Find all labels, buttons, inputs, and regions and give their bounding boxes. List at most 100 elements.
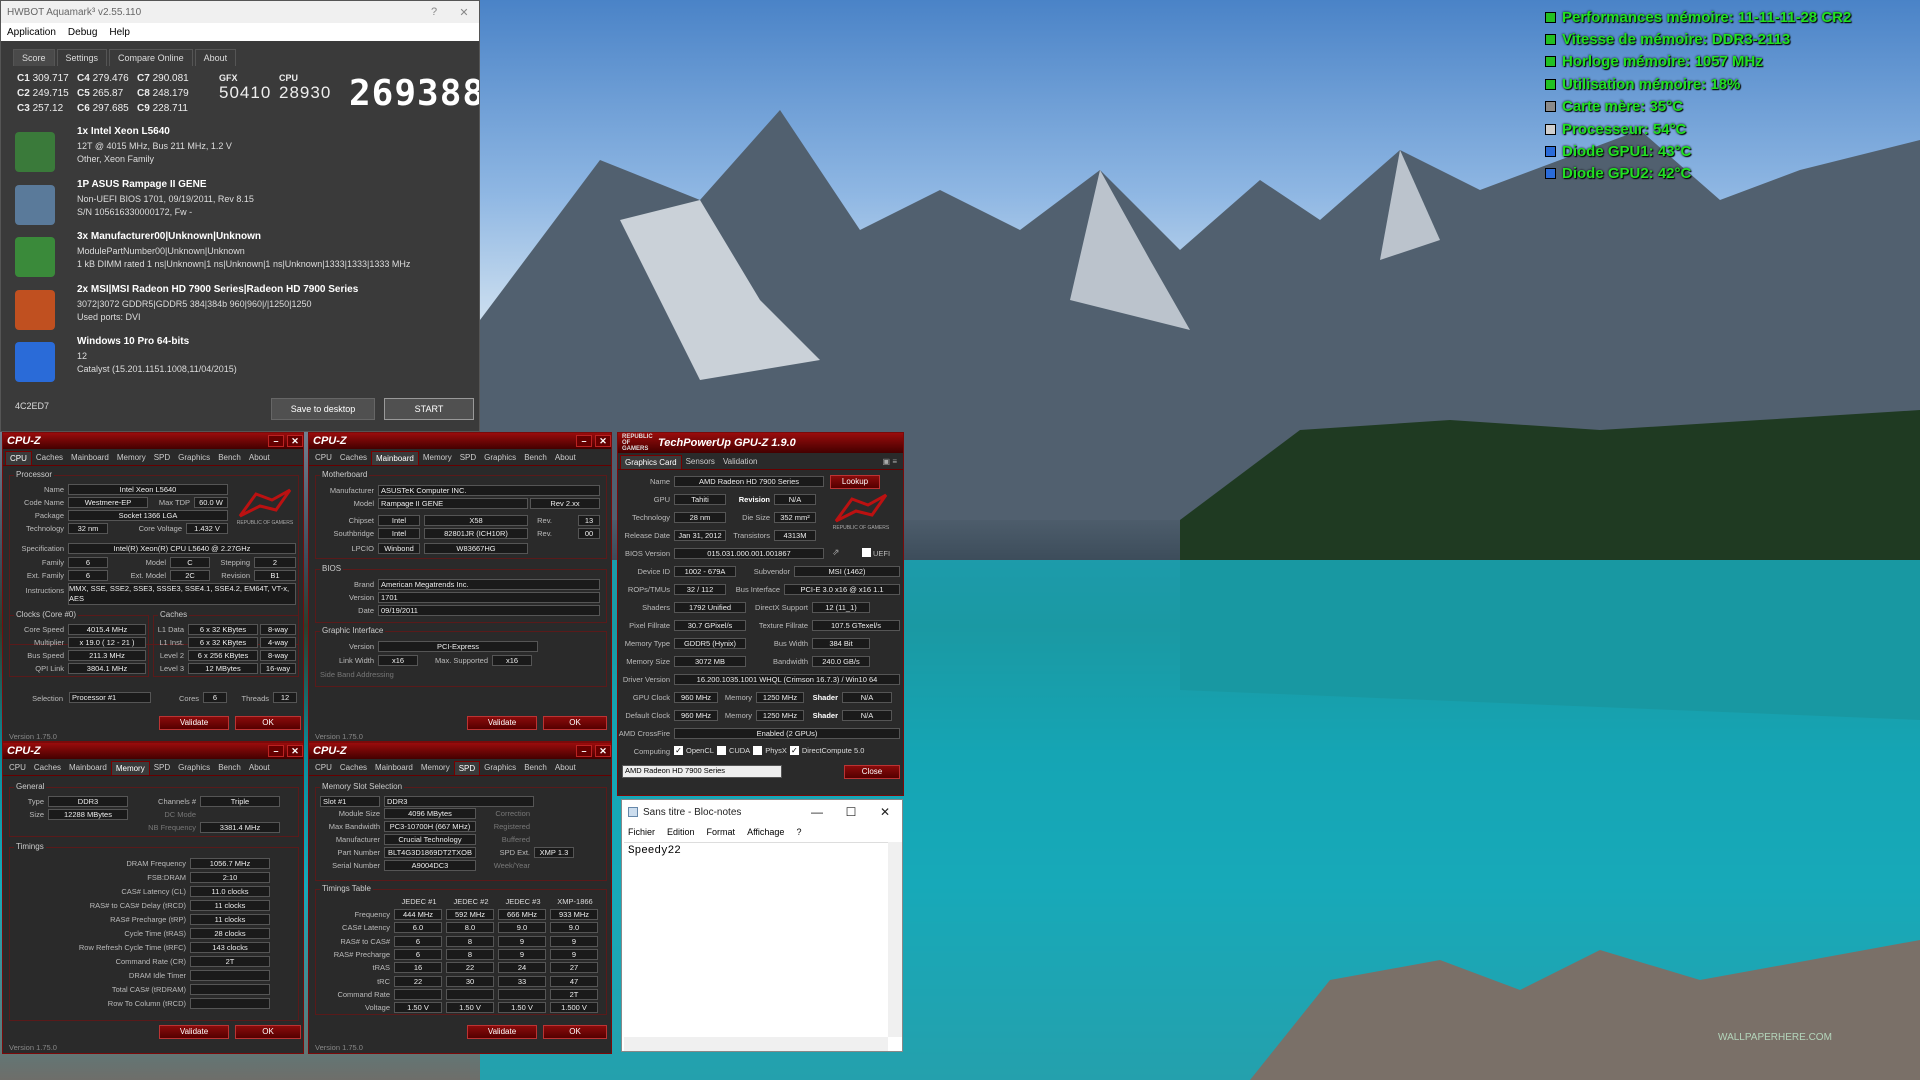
tab-spd[interactable]: SPD: [453, 761, 481, 775]
cpuz-titlebar[interactable]: CPU-Z – ✕: [309, 433, 611, 449]
save-to-desktop-button[interactable]: Save to desktop: [271, 398, 375, 420]
osd-text: Processeur: 54°C: [1562, 120, 1687, 138]
tab-validation[interactable]: Validation: [719, 455, 762, 469]
tab-mainboard[interactable]: Mainboard: [67, 451, 113, 465]
tab-spd[interactable]: SPD: [150, 761, 174, 775]
opencl-checkbox[interactable]: ✓: [674, 746, 683, 755]
minimize-icon[interactable]: –: [268, 435, 284, 447]
cuda-checkbox[interactable]: [716, 746, 726, 755]
tab-about[interactable]: About: [245, 761, 274, 775]
ok-button[interactable]: OK: [543, 716, 607, 730]
camera-icon[interactable]: ▣ ≡: [879, 455, 901, 469]
tab-mainboard[interactable]: Mainboard: [371, 761, 417, 775]
vertical-scrollbar[interactable]: [888, 842, 902, 1037]
tab-memory[interactable]: Memory: [110, 761, 150, 775]
tab-cpu[interactable]: CPU: [5, 451, 32, 465]
tab-graphics[interactable]: Graphics: [174, 451, 214, 465]
gpuz-titlebar[interactable]: REPUBLIC OF GAMERS TechPowerUp GPU-Z 1.9…: [618, 433, 903, 453]
tab-bench[interactable]: Bench: [214, 761, 245, 775]
menu-item[interactable]: Help: [103, 27, 136, 38]
tab-mainboard[interactable]: Mainboard: [65, 761, 111, 775]
tab-memory[interactable]: Memory: [113, 451, 150, 465]
ok-button[interactable]: OK: [543, 1025, 607, 1039]
tab-graphics[interactable]: Graphics: [480, 451, 520, 465]
menu-item[interactable]: Edition: [661, 827, 701, 837]
menu-item[interactable]: Format: [701, 827, 742, 837]
minimize-icon[interactable]: –: [576, 435, 592, 447]
close-icon[interactable]: ✕: [595, 435, 611, 447]
horizontal-scrollbar[interactable]: [624, 1037, 888, 1051]
tab-about[interactable]: About: [245, 451, 274, 465]
validate-button[interactable]: Validate: [159, 716, 229, 730]
cpuz-titlebar[interactable]: CPU-Z – ✕: [3, 743, 303, 759]
ok-button[interactable]: OK: [235, 1025, 301, 1039]
slot-select[interactable]: Slot #1: [320, 796, 380, 807]
ok-button[interactable]: OK: [235, 716, 301, 730]
tab-caches[interactable]: Caches: [30, 761, 65, 775]
southbridge-vendor-value: Intel: [378, 528, 420, 539]
tab-about[interactable]: About: [551, 451, 580, 465]
menu-item[interactable]: Affichage: [741, 827, 790, 837]
tab-memory[interactable]: Memory: [419, 451, 456, 465]
validate-button[interactable]: Validate: [467, 716, 537, 730]
tab-about[interactable]: About: [551, 761, 580, 775]
osd-line: Carte mère: 35°C: [1545, 96, 1915, 118]
tab-caches[interactable]: Caches: [336, 761, 371, 775]
validate-button[interactable]: Validate: [467, 1025, 537, 1039]
validate-button[interactable]: Validate: [159, 1025, 229, 1039]
sensor-icon: [1545, 123, 1556, 135]
tab-caches[interactable]: Caches: [336, 451, 371, 465]
field-label: Release Date: [624, 531, 670, 540]
physx-checkbox[interactable]: [753, 746, 763, 755]
tab-compare-online[interactable]: Compare Online: [109, 49, 193, 66]
lookup-button[interactable]: Lookup: [830, 475, 880, 489]
timings-cell: 1.500 V: [550, 1002, 598, 1014]
menu-item[interactable]: Application: [1, 27, 62, 38]
start-button[interactable]: START: [384, 398, 474, 420]
tab-score[interactable]: Score: [13, 49, 55, 66]
directcompute-checkbox[interactable]: ✓: [789, 746, 799, 755]
aquamark-titlebar[interactable]: HWBOT Aquamark³ v2.55.110 ? ✕: [1, 1, 479, 23]
tab-settings[interactable]: Settings: [56, 49, 108, 66]
tab-mainboard[interactable]: Mainboard: [371, 451, 419, 465]
help-icon[interactable]: ?: [419, 6, 449, 19]
tab-bench[interactable]: Bench: [520, 451, 551, 465]
sensor-icon: [1545, 101, 1556, 113]
minimize-icon[interactable]: –: [576, 745, 592, 757]
cpuz-titlebar[interactable]: CPU-Z – ✕: [3, 433, 303, 449]
tab-spd[interactable]: SPD: [150, 451, 174, 465]
tab-cpu[interactable]: CPU: [5, 761, 30, 775]
menu-item[interactable]: Debug: [62, 27, 103, 38]
notepad-text-area[interactable]: Speedy22: [624, 842, 888, 1037]
maximize-icon[interactable]: ☐: [834, 805, 868, 819]
tab-spd[interactable]: SPD: [456, 451, 480, 465]
tab-bench[interactable]: Bench: [520, 761, 551, 775]
tab-graphics-card[interactable]: Graphics Card: [620, 455, 682, 469]
tab-memory[interactable]: Memory: [417, 761, 454, 775]
close-icon[interactable]: ✕: [287, 435, 303, 447]
tab-about[interactable]: About: [194, 49, 237, 66]
cpuz-titlebar[interactable]: CPU-Z – ✕: [309, 743, 611, 759]
gpu-select[interactable]: AMD Radeon HD 7900 Series: [622, 765, 782, 778]
close-button[interactable]: Close: [844, 765, 900, 779]
close-icon[interactable]: ✕: [595, 745, 611, 757]
tab-graphics[interactable]: Graphics: [174, 761, 214, 775]
close-icon[interactable]: ✕: [287, 745, 303, 757]
share-icon[interactable]: ⇗: [832, 547, 840, 558]
close-icon[interactable]: ✕: [868, 805, 902, 819]
tab-sensors[interactable]: Sensors: [682, 455, 719, 469]
tab-caches[interactable]: Caches: [32, 451, 67, 465]
minimize-icon[interactable]: –: [268, 745, 284, 757]
uefi-checkbox[interactable]: [862, 548, 871, 557]
tab-bench[interactable]: Bench: [214, 451, 245, 465]
processor-select[interactable]: Processor #1: [69, 692, 151, 703]
tab-cpu[interactable]: CPU: [311, 761, 336, 775]
menu-item[interactable]: Fichier: [622, 827, 661, 837]
rog-badge: REPUBLIC OF GAMERS: [622, 434, 653, 452]
minimize-icon[interactable]: —: [800, 805, 834, 819]
tab-graphics[interactable]: Graphics: [480, 761, 520, 775]
notepad-titlebar[interactable]: Sans titre - Bloc-notes — ☐ ✕: [622, 800, 902, 824]
close-icon[interactable]: ✕: [449, 6, 479, 19]
menu-item[interactable]: ?: [790, 827, 807, 837]
tab-cpu[interactable]: CPU: [311, 451, 336, 465]
